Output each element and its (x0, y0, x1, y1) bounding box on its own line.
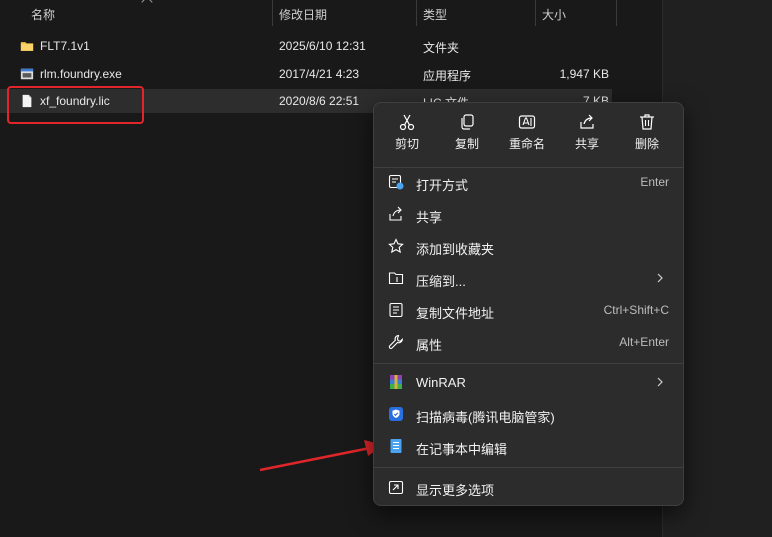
file-type: 应用程序 (423, 69, 472, 83)
menu-item-shortcut: Enter (640, 175, 669, 189)
menu-item-label: 打开方式 (416, 178, 469, 193)
menu-item-shortcut: Ctrl+Shift+C (603, 303, 669, 317)
file-size: 1,947 KB (559, 67, 609, 81)
shield-icon (389, 407, 403, 421)
copy-icon (461, 114, 474, 130)
notepad-icon (390, 439, 402, 453)
file-type: 文件夹 (423, 41, 460, 55)
column-size[interactable]: 大小 (542, 6, 566, 23)
menu-item-compress[interactable]: 压缩到... (380, 263, 679, 293)
app-icon (20, 68, 34, 80)
rename-button[interactable]: 重命名 (497, 113, 557, 161)
menu-item-label: 共享 (416, 210, 443, 225)
file-name: FLT7.1v1 (40, 39, 90, 53)
trash-icon (640, 114, 654, 130)
delete-button[interactable]: 删除 (617, 113, 677, 161)
annotation-arrow-icon (259, 440, 384, 472)
menu-item-more-options[interactable]: 显示更多选项 (380, 472, 679, 502)
folder-icon (20, 42, 34, 51)
scissors-icon (399, 114, 415, 131)
menu-item-winrar[interactable]: WinRAR (380, 367, 679, 397)
share-button[interactable]: 共享 (557, 113, 617, 161)
more-options-icon (388, 480, 404, 495)
rename-label: 重命名 (508, 137, 545, 151)
chevron-right-icon (657, 273, 663, 283)
star-icon (388, 238, 404, 254)
annotation-highlight-box (7, 86, 144, 124)
cut-button[interactable]: 剪切 (377, 113, 437, 161)
menu-item-label: 属性 (416, 338, 443, 353)
sort-ascending-icon[interactable] (141, 0, 153, 8)
column-separator[interactable] (535, 0, 536, 26)
menu-item-label: 复制文件地址 (416, 306, 495, 321)
delete-label: 删除 (634, 137, 659, 151)
file-name: rlm.foundry.exe (40, 67, 122, 81)
menu-item-label: WinRAR (416, 375, 466, 390)
menu-item-share[interactable]: 共享 (380, 199, 679, 229)
file-date: 2020/8/6 22:51 (279, 94, 360, 108)
column-header: 名称 修改日期 类型 大小 (0, 0, 662, 28)
copy-label: 复制 (454, 137, 479, 151)
menu-item-virus-scan[interactable]: 扫描病毒(腾讯电脑管家) (380, 399, 679, 429)
winrar-icon (390, 375, 402, 389)
rename-icon (518, 115, 536, 129)
column-type[interactable]: 类型 (423, 6, 447, 23)
zip-folder-icon (388, 272, 404, 285)
context-menu: 剪切 复制 重命名 共享 删除 打开方式 Enter 共享 添加到收藏夹 压缩到… (373, 102, 684, 506)
menu-divider (374, 363, 683, 364)
file-date: 2025/6/10 12:31 (279, 39, 366, 53)
open-with-icon (388, 174, 404, 190)
menu-divider (374, 467, 683, 468)
column-name[interactable]: 名称 (31, 6, 55, 23)
menu-item-properties[interactable]: 属性 Alt+Enter (380, 327, 679, 357)
column-separator[interactable] (416, 0, 417, 26)
file-row[interactable]: FLT7.1v1 2025/6/10 12:31 文件夹 (0, 34, 612, 58)
file-date: 2017/4/21 4:23 (279, 67, 360, 81)
file-row[interactable]: rlm.foundry.exe 2017/4/21 4:23 应用程序 1,94… (0, 62, 612, 86)
copy-button[interactable]: 复制 (437, 113, 497, 161)
column-date[interactable]: 修改日期 (279, 6, 327, 23)
menu-item-edit-notepad[interactable]: 在记事本中编辑 (380, 431, 679, 461)
menu-item-label: 扫描病毒(腾讯电脑管家) (416, 410, 555, 425)
wrench-icon (388, 334, 403, 349)
share-icon (389, 206, 402, 221)
column-separator[interactable] (272, 0, 273, 26)
menu-item-label: 压缩到... (416, 274, 466, 289)
cut-label: 剪切 (394, 137, 419, 151)
menu-item-label: 在记事本中编辑 (416, 442, 508, 457)
column-separator[interactable] (616, 0, 617, 26)
menu-item-open-with[interactable]: 打开方式 Enter (380, 167, 679, 197)
menu-item-add-favorites[interactable]: 添加到收藏夹 (380, 231, 679, 261)
menu-item-label: 显示更多选项 (416, 483, 495, 498)
share-icon (580, 114, 594, 129)
menu-item-label: 添加到收藏夹 (416, 242, 495, 257)
share-label: 共享 (574, 137, 599, 151)
menu-item-shortcut: Alt+Enter (619, 335, 669, 349)
menu-item-copy-path[interactable]: 复制文件地址 Ctrl+Shift+C (380, 295, 679, 325)
copy-path-icon (389, 302, 403, 318)
chevron-right-icon (657, 377, 663, 387)
